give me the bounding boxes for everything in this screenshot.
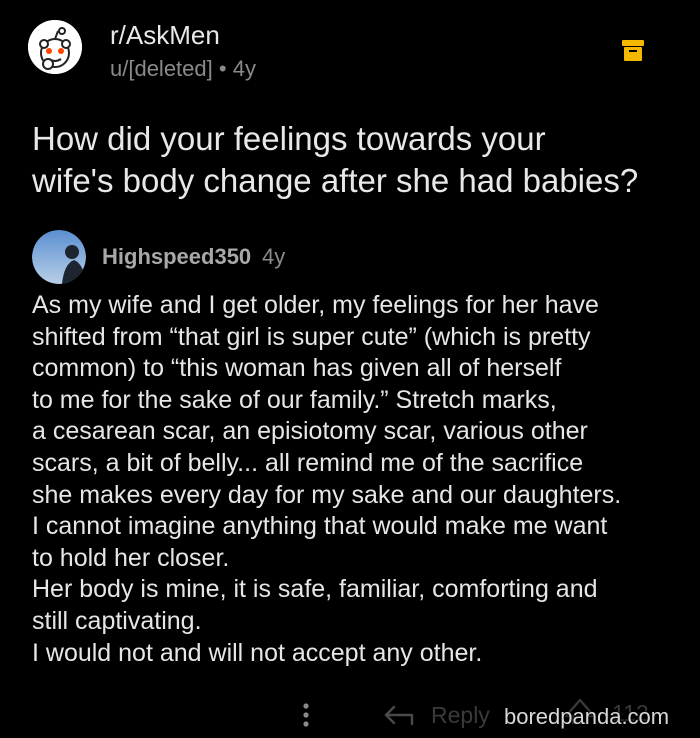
commenter-avatar[interactable] bbox=[32, 230, 86, 284]
comment-body: As my wife and I get older, my feelings … bbox=[32, 290, 672, 669]
post-author[interactable]: u/[deleted] bbox=[110, 56, 213, 81]
post-meta: u/[deleted] • 4y bbox=[110, 56, 256, 82]
reddit-snoo-icon bbox=[28, 20, 82, 74]
post-header: r/AskMen u/[deleted] • 4y bbox=[28, 14, 678, 84]
comment-line: Her body is mine, it is safe, familiar, … bbox=[32, 575, 598, 604]
comment-age: 4y bbox=[262, 244, 286, 269]
comment-line: a cesarean scar, an episiotomy scar, var… bbox=[32, 417, 588, 446]
subreddit-avatar[interactable] bbox=[28, 20, 82, 74]
comment-author[interactable]: Highspeed350 bbox=[102, 244, 251, 270]
comment-line: to me for the sake of our family.” Stret… bbox=[32, 385, 557, 414]
watermark: boredpanda.com bbox=[504, 704, 670, 729]
comment-line: to hold her closer. bbox=[32, 543, 230, 572]
post-title-line: wife's body change after she had babies? bbox=[32, 162, 639, 199]
comment-line: I cannot imagine anything that would mak… bbox=[32, 512, 608, 541]
comment-header: Highspeed350 4y bbox=[32, 230, 672, 286]
archive-box-icon[interactable] bbox=[621, 38, 645, 62]
commenter-avatar-image bbox=[32, 230, 86, 284]
comment-line: she makes every day for my sake and our … bbox=[32, 480, 622, 509]
comment-line: shifted from “that girl is super cute” (… bbox=[32, 322, 591, 351]
meta-separator: • bbox=[218, 56, 227, 81]
post-title-line: How did your feelings towards your bbox=[32, 120, 546, 157]
reply-arrow-icon[interactable] bbox=[382, 702, 416, 728]
more-vertical-icon[interactable] bbox=[296, 700, 316, 730]
reply-button[interactable]: Reply bbox=[431, 702, 490, 729]
comment-line: still captivating. bbox=[32, 606, 202, 635]
post-title: How did your feelings towards your wife'… bbox=[32, 118, 682, 202]
comment-line: scars, a bit of belly... all remind me o… bbox=[32, 448, 584, 477]
post-age: 4y bbox=[232, 56, 256, 81]
comment-line: common) to “this woman has given all of … bbox=[32, 354, 562, 383]
comment-line: As my wife and I get older, my feelings … bbox=[32, 291, 599, 319]
subreddit-name[interactable]: r/AskMen bbox=[110, 20, 220, 51]
comment-line: I would not and will not accept any othe… bbox=[32, 638, 483, 667]
